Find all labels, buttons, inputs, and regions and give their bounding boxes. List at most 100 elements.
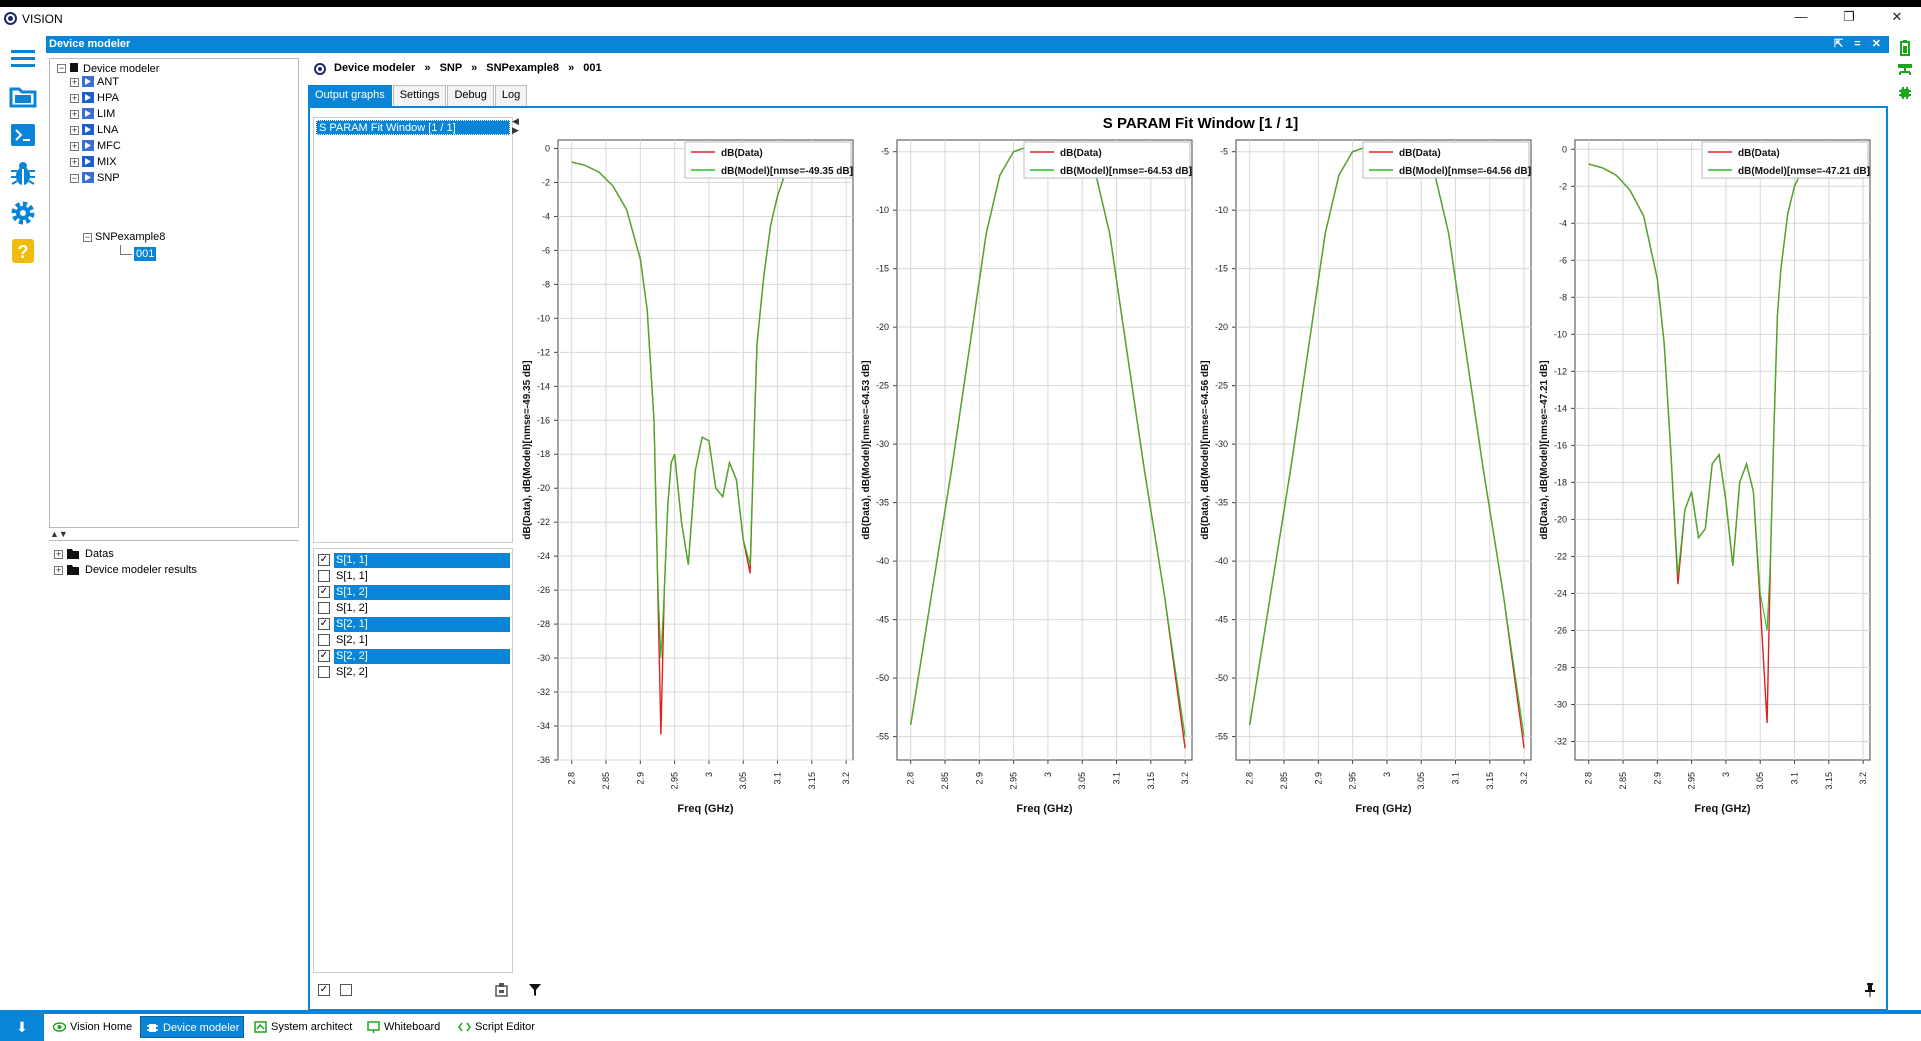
x-tick-label: 2.8 [906,772,916,785]
collapse-snpexample8-toggle[interactable]: − [83,233,92,242]
sparam-row[interactable]: S[2, 2] [318,665,510,680]
task-label: Whiteboard [384,1021,441,1033]
y-tick-label: -32 [537,687,550,697]
tab-log[interactable]: Log [494,85,528,106]
x-tick-label: 3 [1721,772,1731,777]
x-tick-label: 2.9 [1313,772,1323,785]
sparam-row[interactable]: ✓ S[2, 1] [318,617,510,632]
bug-icon[interactable] [8,159,38,189]
tree-item-device-modeler-results[interactable]: Device modeler results [85,563,197,577]
task-vision-home[interactable]: Vision Home [48,1016,136,1038]
minimize-button[interactable]: — [1786,9,1816,27]
sparam-row[interactable]: ✓ S[1, 1] [318,553,510,568]
legend-label: dB(Model)[nmse=-49.35 dB] [721,166,853,177]
tree-item-snpexample8[interactable]: SNPexample8 [95,230,165,244]
taskbar-pin-icon[interactable]: ⬇ [0,1014,44,1041]
gear-icon[interactable] [8,198,38,228]
task-whiteboard[interactable]: Whiteboard [362,1016,444,1038]
y-axis-label: dB(Data), dB(Model)[nmse=-49.35 dB] [522,360,533,539]
tree-item-lna[interactable]: LNA [97,123,118,137]
tree-item-lim[interactable]: LIM [97,107,115,121]
uncheck-all-button[interactable] [340,984,352,996]
sparam-checkbox[interactable] [318,666,330,678]
sparam-row[interactable]: S[1, 2] [318,601,510,616]
x-axis-label: Freq (GHz) [1694,803,1751,815]
x-tick-label: 2.9 [974,772,984,785]
app-title: VISION [22,12,63,26]
tree-expand-toggle[interactable]: + [70,110,79,119]
tab-debug[interactable]: Debug [447,85,494,106]
pin-icon[interactable] [1864,983,1876,997]
tree-item-mfc[interactable]: MFC [97,139,121,153]
y-tick-label: -15 [876,264,889,274]
tree-expand-toggle[interactable]: + [70,78,79,87]
close-button[interactable]: ✕ [1882,9,1912,27]
y-axis-label: dB(Data), dB(Model)[nmse=-47.21 dB] [1539,360,1550,539]
tree-expand-toggle[interactable]: + [70,126,79,135]
folder-icon[interactable] [8,81,38,111]
tree-expand-toggle[interactable]: + [70,94,79,103]
tree-item-datas[interactable]: Datas [85,547,114,561]
splitter-arrows[interactable]: ▲▼ [50,529,68,539]
tree-root-device-modeler[interactable]: Device modeler [83,62,159,76]
y-tick-label: -14 [537,381,550,391]
sparam-checkbox[interactable]: ✓ [318,618,330,630]
sparam-checkbox[interactable] [318,634,330,646]
sparam-row[interactable]: ✓ S[1, 2] [318,585,510,600]
breadcrumb-home-icon[interactable] [314,63,326,75]
sparam-label: S[2, 1] [334,617,510,632]
whiteboard-icon [367,1021,380,1033]
tree-item-mix[interactable]: MIX [97,155,117,169]
sparam-checkbox[interactable] [318,570,330,582]
x-tick-label: 2.85 [940,772,950,790]
y-tick-label: -22 [1554,551,1567,561]
check-all-button[interactable]: ✓ [318,984,330,996]
task-device-modeler[interactable]: Device modeler [140,1016,245,1038]
battery-icon[interactable] [1898,40,1912,56]
tab-settings[interactable]: Settings [392,85,447,106]
y-tick-label: -22 [537,517,550,527]
fit-window-item[interactable]: S PARAM Fit Window [1 / 1] [316,120,510,135]
breadcrumb-item[interactable]: SNP [440,62,462,74]
module-header-buttons[interactable]: ⇱ = ✕ [1834,36,1885,53]
tree-item-hpa[interactable]: HPA [97,91,119,105]
y-tick-label: -16 [1554,440,1567,450]
menu-icon[interactable] [8,44,38,74]
task-system-architect[interactable]: System architect [249,1016,356,1038]
breadcrumb-item[interactable]: 001 [583,62,601,74]
task-script-editor[interactable]: Script Editor [453,1016,539,1038]
breadcrumb-item[interactable]: SNPexample8 [486,62,559,74]
tree-expand-toggle[interactable]: − [70,174,79,183]
y-tick-label: -10 [1215,205,1228,215]
tree-item-ant[interactable]: ANT [97,75,119,89]
sparam-row[interactable]: ✓ S[2, 2] [318,649,510,664]
tree-item-001[interactable]: 001 [134,247,157,261]
tree-item-snp[interactable]: SNP [97,171,120,185]
sparam-checkbox[interactable]: ✓ [318,586,330,598]
chip-icon[interactable] [1897,85,1913,101]
expand-datas-toggle[interactable]: + [54,550,63,559]
collapse-root-toggle[interactable]: − [57,64,66,73]
y-tick-label: -12 [1554,366,1567,376]
folder-icon [67,565,79,575]
tree-expand-toggle[interactable]: + [70,142,79,151]
sparam-row[interactable]: S[2, 1] [318,633,510,648]
expand-results-toggle[interactable]: + [54,566,63,575]
terminal-icon[interactable] [8,120,38,150]
network-icon[interactable] [1897,63,1913,77]
sparam-row[interactable]: S[1, 1] [318,569,510,584]
sparam-checkbox[interactable]: ✓ [318,554,330,566]
sparam-checkbox[interactable] [318,602,330,614]
sparam-label: S[1, 2] [336,602,368,614]
y-tick-label: -8 [542,279,550,289]
y-tick-label: -4 [542,211,550,221]
breadcrumb-item[interactable]: Device modeler [334,62,415,74]
help-icon[interactable]: ? [8,236,38,266]
filter-icon[interactable] [528,983,542,997]
sparam-checkbox[interactable]: ✓ [318,650,330,662]
maximize-button[interactable]: ❐ [1834,9,1864,27]
export-icon[interactable] [495,983,508,997]
y-tick-label: -26 [1554,625,1567,635]
tree-expand-toggle[interactable]: + [70,158,79,167]
tab-output-graphs[interactable]: Output graphs [308,85,392,106]
